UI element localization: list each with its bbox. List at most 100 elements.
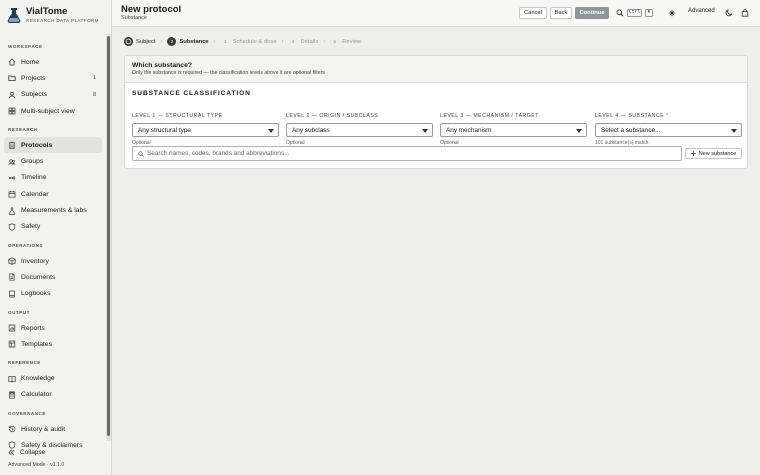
section-reference: REFERENCE bbox=[8, 360, 41, 366]
caret-down-icon bbox=[731, 128, 737, 133]
moon-icon[interactable] bbox=[725, 9, 733, 17]
level-label: LEVEL 2 — ORIGIN / SUBCLASS bbox=[286, 113, 379, 119]
sidebar-item-subjects[interactable]: Subjects 8 bbox=[4, 87, 102, 103]
select-value: Any subclass bbox=[292, 126, 330, 134]
new-substance-label: New substance bbox=[698, 150, 737, 157]
step-number: 5 bbox=[333, 39, 337, 44]
search-icon[interactable] bbox=[616, 9, 624, 17]
vialtome-logo-icon bbox=[7, 8, 21, 23]
projects-count: 1 bbox=[92, 75, 96, 82]
mode-version: Advanced Mode · v1.1.0 bbox=[8, 462, 65, 468]
substance-search-input[interactable]: Search names, codes, brands and abbrevia… bbox=[132, 146, 682, 161]
history-icon bbox=[8, 426, 16, 433]
home-icon bbox=[8, 58, 16, 66]
step-review: 5 Review bbox=[330, 36, 361, 47]
template-icon bbox=[8, 340, 16, 348]
top-bar: New protocol Substance Cancel Back Conti… bbox=[112, 0, 760, 27]
section-workspace: WORKSPACE bbox=[8, 44, 43, 49]
caret-down-icon bbox=[268, 128, 274, 133]
sidebar-item-protocols[interactable]: Protocols bbox=[4, 137, 102, 154]
level-label: LEVEL 1 — STRUCTURAL TYPE bbox=[132, 113, 223, 119]
section-research: RESEARCH bbox=[8, 127, 38, 133]
sparkle-icon[interactable] bbox=[668, 9, 676, 17]
sidebar-item-logbooks[interactable]: Logbooks bbox=[4, 286, 102, 302]
level-1-select[interactable]: Any structural type bbox=[132, 123, 279, 137]
back-button[interactable]: Back bbox=[550, 7, 572, 19]
collapse-label: Collapse bbox=[20, 449, 46, 456]
select-value: Any mechanism bbox=[446, 126, 492, 134]
calendar-icon bbox=[8, 191, 16, 198]
step-separator: › bbox=[160, 38, 163, 45]
user-icon bbox=[8, 91, 16, 99]
bag-icon[interactable] bbox=[741, 9, 749, 17]
sidebar-item-reports[interactable]: Reports bbox=[4, 320, 102, 336]
card-header: Which substance? Only the substance is r… bbox=[125, 56, 747, 83]
sidebar-item-knowledge[interactable]: Knowledge bbox=[4, 370, 102, 386]
app-tagline: RESEARCH DATA PLATFORM bbox=[26, 18, 99, 23]
sidebar: VialTome RESEARCH DATA PLATFORM WORKSPAC… bbox=[0, 0, 112, 475]
step-check-icon bbox=[124, 37, 133, 46]
sidebar-item-documents[interactable]: Documents bbox=[4, 269, 102, 285]
level-2-select[interactable]: Any subclass bbox=[286, 123, 433, 137]
stepper: Subject › 2 Substance › 3 Schedule & dos… bbox=[124, 36, 361, 47]
step-label: Subject bbox=[136, 38, 156, 45]
advanced-toggle[interactable]: Advanced bbox=[688, 8, 715, 14]
sidebar-item-label: Groups bbox=[21, 158, 44, 166]
select-value: Select a substance... bbox=[601, 126, 661, 134]
step-separator: › bbox=[213, 38, 216, 45]
sidebar-item-timeline[interactable]: Timeline bbox=[4, 170, 102, 186]
step-subject[interactable]: Subject bbox=[124, 36, 155, 47]
search-icon bbox=[138, 150, 144, 157]
sidebar-item-label: Home bbox=[21, 58, 40, 66]
step-separator: › bbox=[323, 38, 326, 45]
level-2-field: LEVEL 2 — ORIGIN / SUBCLASS Any subclass… bbox=[286, 113, 433, 146]
continue-button[interactable]: Continue bbox=[575, 7, 609, 19]
step-label: Schedule & dose bbox=[232, 38, 277, 45]
step-label: Review bbox=[342, 38, 362, 45]
page-title: New protocol bbox=[121, 4, 182, 15]
sidebar-item-label: Calendar bbox=[21, 190, 49, 198]
shortcut-k-key: K bbox=[645, 9, 653, 17]
sidebar-item-history-audit[interactable]: History & audit bbox=[4, 421, 102, 437]
sidebar-item-safety[interactable]: Safety bbox=[4, 219, 102, 235]
book-icon bbox=[9, 290, 15, 298]
select-value: Any structural type bbox=[138, 126, 191, 134]
sidebar-item-multi-subject-view[interactable]: Multi-subject view bbox=[4, 103, 102, 119]
book-open-icon bbox=[8, 375, 16, 383]
step-number: 3 bbox=[223, 39, 227, 44]
sidebar-item-label: Calculator bbox=[21, 391, 52, 399]
step-schedule-dose: 3 Schedule & dose bbox=[221, 36, 277, 47]
calculator-icon bbox=[9, 391, 15, 399]
sidebar-item-label: Logbooks bbox=[21, 290, 51, 298]
section-title: SUBSTANCE CLASSIFICATION bbox=[132, 90, 251, 97]
new-substance-button[interactable]: New substance bbox=[685, 148, 742, 159]
step-number: 2 bbox=[167, 37, 177, 46]
sidebar-item-home[interactable]: Home bbox=[4, 54, 102, 70]
sidebar-nav: WORKSPACE Home Projects 1 Subjects 8 Mul… bbox=[0, 40, 106, 454]
brand[interactable]: VialTome RESEARCH DATA PLATFORM bbox=[7, 7, 99, 23]
sidebar-item-label: Documents bbox=[21, 273, 56, 281]
level-3-select[interactable]: Any mechanism bbox=[440, 123, 587, 137]
sidebar-item-groups[interactable]: Groups bbox=[4, 153, 102, 169]
shield-icon bbox=[8, 223, 16, 231]
step-label: Substance bbox=[179, 38, 209, 45]
sidebar-item-projects[interactable]: Projects 1 bbox=[4, 70, 102, 86]
sidebar-item-calendar[interactable]: Calendar bbox=[4, 186, 102, 202]
step-details: 4 Details bbox=[289, 36, 319, 47]
sidebar-item-inventory[interactable]: Inventory bbox=[4, 253, 102, 269]
sidebar-item-templates[interactable]: Templates bbox=[4, 336, 102, 352]
level-4-select[interactable]: Select a substance... bbox=[595, 123, 742, 137]
sidebar-item-calculator[interactable]: Calculator bbox=[4, 387, 102, 403]
cancel-button[interactable]: Cancel bbox=[519, 7, 547, 19]
collapse-button[interactable]: Collapse bbox=[0, 446, 112, 459]
grid-icon bbox=[8, 107, 16, 115]
sidebar-item-label: Multi-subject view bbox=[21, 107, 75, 115]
sidebar-item-label: Protocols bbox=[21, 141, 53, 149]
app-name: VialTome bbox=[26, 6, 68, 17]
sidebar-item-label: Safety bbox=[21, 223, 41, 231]
sidebar-item-measurements-labs[interactable]: Measurements & labs bbox=[4, 202, 102, 218]
step-number: 4 bbox=[291, 39, 295, 44]
sidebar-scrollbar[interactable] bbox=[106, 34, 111, 441]
sidebar-scrollbar-thumb[interactable] bbox=[107, 36, 110, 436]
step-substance[interactable]: 2 Substance bbox=[167, 36, 209, 47]
